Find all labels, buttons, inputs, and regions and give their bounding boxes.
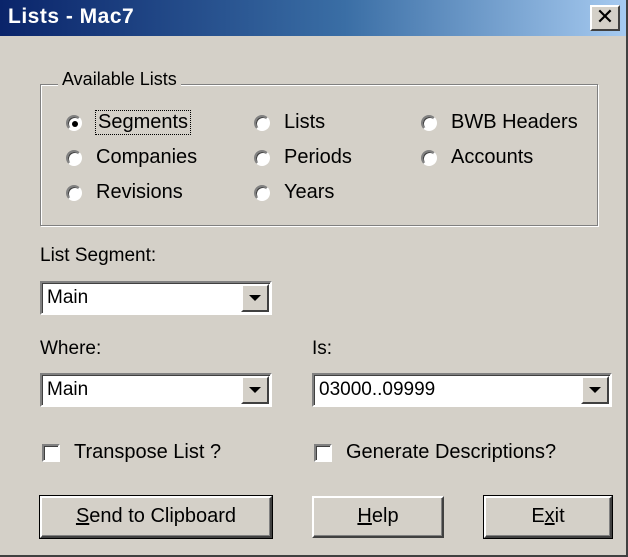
radio-button-icon — [254, 184, 270, 201]
exit-mnemonic: x — [544, 505, 555, 527]
available-lists-legend: Available Lists — [58, 69, 181, 90]
chevron-down-icon[interactable] — [241, 376, 269, 404]
window-title: Lists - Mac7 — [8, 5, 135, 28]
radio-periods[interactable]: Periods — [254, 146, 352, 169]
chevron-down-icon[interactable] — [581, 376, 609, 404]
title-bar[interactable]: Lists - Mac7 ✕ — [0, 0, 626, 36]
lists-dialog: Lists - Mac7 ✕ Available Lists Segments … — [0, 0, 628, 557]
exit-label-post: it — [554, 505, 565, 527]
radio-button-icon — [421, 114, 437, 131]
radio-label: Accounts — [451, 146, 534, 168]
radio-button-icon — [254, 114, 270, 131]
chevron-down-icon[interactable] — [241, 284, 269, 312]
list-segment-label: List Segment: — [40, 245, 157, 266]
help-button[interactable]: Help — [312, 496, 444, 538]
help-label: elp — [371, 505, 399, 527]
where-label: Where: — [40, 338, 102, 359]
send-mnemonic: S — [75, 505, 90, 527]
exit-label-pre: E — [531, 505, 545, 527]
radio-lists[interactable]: Lists — [254, 111, 325, 134]
close-icon: ✕ — [595, 4, 615, 29]
radio-button-icon — [66, 184, 82, 201]
transpose-list-checkbox[interactable]: Transpose List ? — [42, 441, 221, 464]
where-value: Main — [47, 379, 89, 400]
is-select[interactable]: 03000..09999 — [312, 373, 612, 407]
radio-label: Years — [284, 181, 335, 203]
checkbox-icon — [314, 443, 332, 462]
is-value: 03000..09999 — [319, 379, 436, 400]
radio-accounts[interactable]: Accounts — [421, 146, 533, 169]
transpose-list-label: Transpose List ? — [74, 441, 222, 463]
list-segment-select[interactable]: Main — [40, 281, 272, 315]
radio-label: BWB Headers — [451, 111, 578, 133]
radio-segments[interactable]: Segments — [66, 110, 192, 135]
radio-button-icon — [66, 149, 82, 166]
radio-label: Revisions — [96, 181, 183, 203]
radio-revisions[interactable]: Revisions — [66, 181, 183, 204]
where-select[interactable]: Main — [40, 373, 272, 407]
exit-button[interactable]: Exit — [483, 495, 613, 539]
generate-descriptions-checkbox[interactable]: Generate Descriptions? — [314, 441, 556, 464]
radio-years[interactable]: Years — [254, 181, 334, 204]
checkbox-icon — [42, 443, 60, 462]
send-label: end to Clipboard — [89, 505, 237, 527]
send-to-clipboard-button[interactable]: Send to Clipboard — [39, 495, 273, 539]
radio-bwb-headers[interactable]: BWB Headers — [421, 111, 578, 134]
radio-button-icon — [421, 149, 437, 166]
radio-label: Lists — [284, 111, 326, 133]
radio-label: Periods — [284, 146, 352, 168]
help-mnemonic: H — [357, 505, 372, 527]
radio-button-icon — [66, 114, 82, 131]
radio-label: Companies — [96, 146, 198, 168]
list-segment-value: Main — [47, 287, 89, 308]
radio-button-icon — [254, 149, 270, 166]
is-label: Is: — [312, 338, 333, 359]
close-button[interactable]: ✕ — [590, 5, 620, 31]
generate-descriptions-label: Generate Descriptions? — [346, 441, 557, 463]
radio-companies[interactable]: Companies — [66, 146, 197, 169]
radio-label: Segments — [94, 110, 192, 135]
